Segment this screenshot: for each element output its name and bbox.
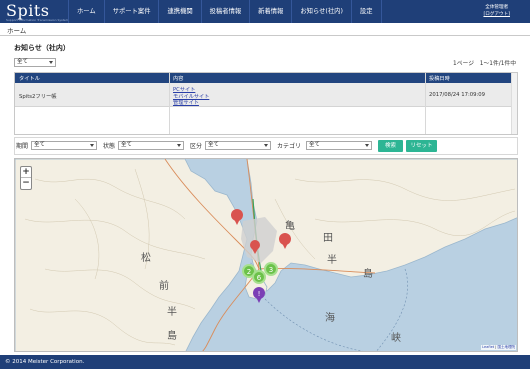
ferry-route bbox=[264, 298, 364, 351]
cluster-count: 2 bbox=[247, 268, 251, 276]
app-logo-subtitle: Support Information Transmission System bbox=[6, 18, 69, 22]
state-select[interactable]: 全て bbox=[118, 141, 184, 150]
chevron-down-icon bbox=[49, 61, 53, 64]
row-title: Spits2フリー帳 bbox=[19, 94, 57, 100]
place-label: 松 bbox=[141, 251, 151, 264]
cluster-marker[interactable]: 6 bbox=[252, 270, 266, 284]
map-pin-purple[interactable]: ! bbox=[253, 287, 265, 303]
nav-settings[interactable]: 設定 bbox=[350, 0, 382, 23]
place-label: 海 bbox=[325, 311, 335, 324]
search-button[interactable]: 検索 bbox=[378, 140, 403, 152]
chevron-down-icon bbox=[90, 144, 94, 147]
category2-value: 全て bbox=[309, 142, 321, 148]
top-navigation-bar: Spits Support Information Transmission S… bbox=[0, 0, 530, 23]
notice-filter-select[interactable]: 全て bbox=[14, 58, 56, 67]
chevron-down-icon bbox=[264, 144, 268, 147]
chevron-down-icon bbox=[365, 144, 369, 147]
table-scrollbar[interactable] bbox=[511, 73, 517, 134]
place-label: 島 bbox=[167, 329, 177, 342]
map-attribution: Leaflet | 国土地理院 bbox=[481, 345, 516, 350]
nav-poster-info[interactable]: 投稿者情報 bbox=[200, 0, 249, 23]
map-canvas[interactable]: 松 前 半 島 亀 田 半 島 海 峡 2 6 3 ! bbox=[15, 159, 518, 352]
nav-partner-orgs[interactable]: 連携機関 bbox=[158, 0, 200, 23]
exclamation-icon: ! bbox=[258, 290, 261, 298]
place-label: 島 bbox=[363, 267, 373, 280]
chevron-down-icon bbox=[177, 144, 181, 147]
category1-select[interactable]: 全て bbox=[205, 141, 271, 150]
user-role: 全体管理者 bbox=[485, 5, 509, 10]
leaflet-link[interactable]: Leaflet bbox=[482, 345, 494, 349]
place-label: 田 bbox=[323, 233, 333, 244]
zoom-out-button[interactable]: − bbox=[21, 178, 31, 189]
land-oshima bbox=[15, 159, 248, 351]
notice-filter-value: 全て bbox=[17, 59, 29, 65]
column-title[interactable]: タイトル bbox=[19, 75, 40, 82]
user-box: 全体管理者 [ログアウト] bbox=[483, 4, 510, 18]
page-title: お知らせ（社内） bbox=[14, 44, 70, 52]
category1-value: 全て bbox=[208, 142, 220, 148]
place-label: 前 bbox=[159, 279, 169, 292]
column-date[interactable]: 投稿日時 bbox=[429, 75, 450, 82]
place-label: 半 bbox=[167, 305, 177, 318]
gsi-link[interactable]: 国土地理院 bbox=[498, 345, 516, 349]
zoom-control: + − bbox=[20, 166, 32, 190]
footer: © 2014 Meister Corporation. bbox=[0, 355, 530, 369]
category1-label: 区分 bbox=[190, 143, 203, 150]
period-label: 期間 bbox=[16, 143, 29, 150]
state-value: 全て bbox=[121, 142, 133, 148]
reset-button[interactable]: リセット bbox=[406, 140, 437, 152]
period-select[interactable]: 全て bbox=[31, 141, 97, 150]
pagination-status: 1ページ 1～1件/1件中 bbox=[453, 61, 516, 67]
cluster-count: 6 bbox=[257, 274, 262, 282]
category2-select[interactable]: 全て bbox=[306, 141, 372, 150]
breadcrumb[interactable]: ホーム bbox=[7, 25, 26, 35]
place-label: 半 bbox=[327, 253, 337, 266]
nav-internal-notices[interactable]: お知らせ(社内) bbox=[291, 0, 351, 23]
period-value: 全て bbox=[34, 142, 46, 148]
cluster-marker[interactable]: 3 bbox=[264, 262, 278, 276]
column-divider bbox=[169, 73, 170, 134]
map-view[interactable]: 松 前 半 島 亀 田 半 島 海 峡 2 6 3 ! + − Leaflet … bbox=[14, 158, 518, 352]
category2-label: カテゴリ bbox=[277, 143, 302, 150]
column-content[interactable]: 内容 bbox=[173, 75, 183, 82]
row-date: 2017/08/24 17:09:09 bbox=[429, 92, 486, 98]
nav-home[interactable]: ホーム bbox=[68, 0, 104, 23]
admin-site-link[interactable]: 管理サイト bbox=[173, 100, 209, 107]
column-divider bbox=[425, 73, 426, 134]
table-row[interactable]: Spits2フリー帳 PCサイト モバイルサイト 管理サイト 2017/08/2… bbox=[15, 83, 517, 107]
row-links: PCサイト モバイルサイト 管理サイト bbox=[173, 87, 209, 107]
table-header: タイトル 内容 投稿日時 bbox=[15, 73, 517, 83]
place-label: 亀 bbox=[285, 219, 295, 232]
state-label: 状態 bbox=[103, 143, 116, 150]
logout-link[interactable]: [ログアウト] bbox=[483, 11, 510, 18]
zoom-in-button[interactable]: + bbox=[21, 167, 31, 178]
nav-support-cases[interactable]: サポート案件 bbox=[103, 0, 159, 23]
main-nav: ホーム サポート案件 連携機関 投稿者情報 新着情報 お知らせ(社内) 設定 bbox=[68, 0, 382, 23]
place-label: 峡 bbox=[391, 331, 401, 344]
cluster-count: 3 bbox=[269, 266, 273, 274]
breadcrumb-bar: ホーム bbox=[0, 23, 530, 36]
nav-news[interactable]: 新着情報 bbox=[249, 0, 291, 23]
notices-table: タイトル 内容 投稿日時 Spits2フリー帳 PCサイト モバイルサイト 管理… bbox=[14, 72, 518, 135]
